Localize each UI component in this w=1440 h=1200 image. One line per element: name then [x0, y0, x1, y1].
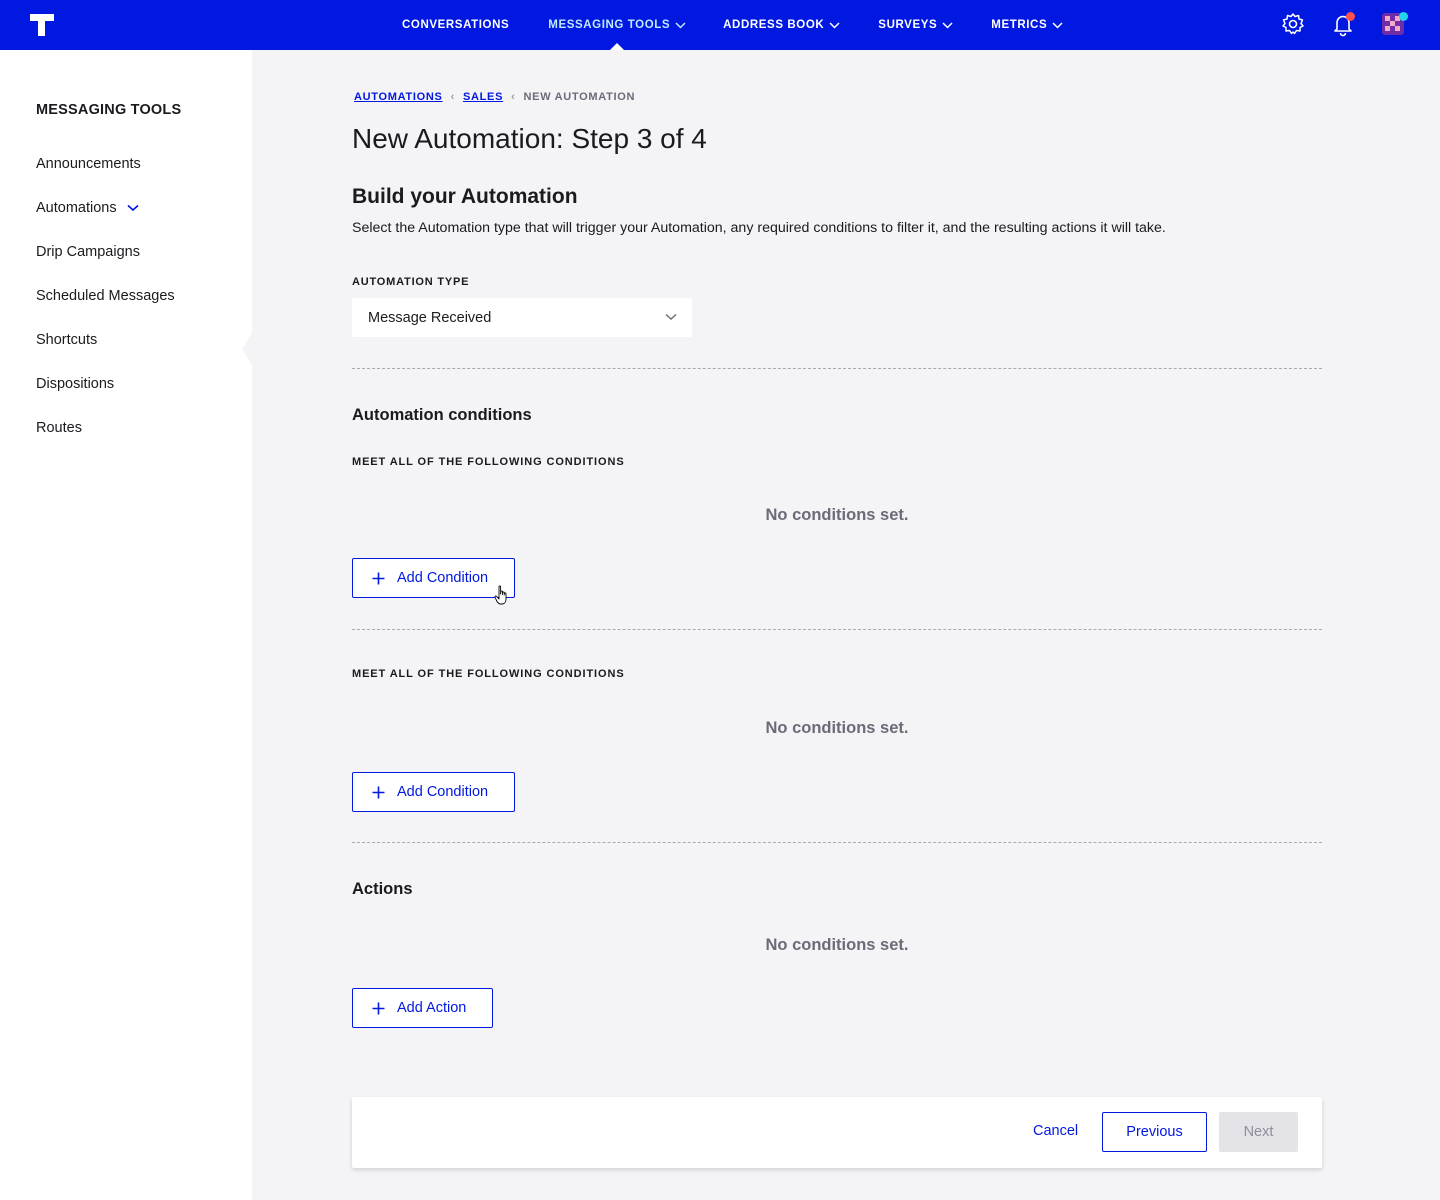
- automation-type-select[interactable]: Message Received: [352, 298, 692, 337]
- nav-messaging-tools-label: MESSAGING TOOLS: [548, 19, 671, 31]
- sidebar-item-label: Drip Campaigns: [36, 244, 140, 260]
- nav-metrics[interactable]: METRICS: [991, 0, 1063, 50]
- condition-group-label: MEET ALL OF THE FOLLOWING CONDITIONS: [352, 456, 625, 468]
- wizard-footer: Cancel Previous Next: [352, 1097, 1322, 1168]
- notifications-button[interactable]: [1330, 11, 1356, 37]
- section-divider: [352, 629, 1322, 630]
- plus-icon: [372, 572, 385, 584]
- empty-conditions-text: No conditions set.: [765, 506, 909, 524]
- section-description: Select the Automation type that will tri…: [352, 220, 1166, 236]
- add-condition-label: Add Condition: [397, 570, 489, 586]
- previous-button[interactable]: Previous: [1102, 1112, 1207, 1152]
- chevron-down-icon: [675, 21, 686, 29]
- top-right-icons: [1256, 11, 1408, 37]
- notification-badge: [1346, 12, 1355, 21]
- condition-group-label: MEET ALL OF THE FOLLOWING CONDITIONS: [352, 668, 625, 680]
- sidebar-item-routes[interactable]: Routes: [36, 418, 175, 462]
- sidebar-item-label: Shortcuts: [36, 332, 98, 348]
- breadcrumb-sales[interactable]: SALES: [463, 91, 503, 103]
- settings-button[interactable]: [1280, 11, 1306, 37]
- empty-conditions-text: No conditions set.: [765, 719, 909, 737]
- chevron-down-icon: [1052, 21, 1063, 29]
- add-action-label: Add Action: [397, 1000, 467, 1016]
- sidebar-title: MESSAGING TOOLS: [36, 102, 182, 118]
- sidebar-collapse-notch: [242, 333, 252, 365]
- chevron-left-icon: ‹: [450, 91, 455, 103]
- automation-type-value: Message Received: [368, 309, 492, 326]
- sidebar-item-label: Routes: [36, 420, 82, 436]
- top-navigation-bar: CONVERSATIONS MESSAGING TOOLS ADDRESS BO…: [0, 0, 1440, 50]
- cancel-button[interactable]: Cancel: [1033, 1123, 1078, 1139]
- sidebar-item-dispositions[interactable]: Dispositions: [36, 374, 175, 418]
- avatar-status-dot: [1399, 12, 1408, 21]
- add-condition-button[interactable]: Add Condition: [352, 772, 515, 812]
- sidebar-item-label: Announcements: [36, 156, 141, 172]
- chevron-down-icon: [127, 204, 139, 212]
- sidebar-item-label: Scheduled Messages: [36, 288, 175, 304]
- breadcrumb-current: NEW AUTOMATION: [523, 91, 636, 103]
- plus-icon: [372, 1002, 385, 1014]
- sidebar-item-scheduled-messages[interactable]: Scheduled Messages: [36, 286, 175, 330]
- section-divider: [352, 842, 1322, 843]
- next-button[interactable]: Next: [1219, 1112, 1298, 1152]
- add-action-button[interactable]: Add Action: [352, 988, 493, 1028]
- sidebar-item-label: Dispositions: [36, 376, 115, 392]
- chevron-down-icon: [665, 313, 677, 320]
- gear-icon: [1282, 13, 1304, 35]
- main-nav: CONVERSATIONS MESSAGING TOOLS ADDRESS BO…: [402, 0, 1063, 50]
- breadcrumb: AUTOMATIONS ‹ SALES ‹ NEW AUTOMATION: [354, 91, 635, 103]
- sidebar-item-announcements[interactable]: Announcements: [36, 154, 175, 198]
- chevron-down-icon: [829, 21, 840, 29]
- brand-logo-icon[interactable]: [28, 12, 56, 38]
- chevron-left-icon: ‹: [511, 91, 516, 103]
- sidebar-item-shortcuts[interactable]: Shortcuts: [36, 330, 175, 374]
- sidebar-item-drip-campaigns[interactable]: Drip Campaigns: [36, 242, 175, 286]
- nav-address-book-label: ADDRESS BOOK: [723, 19, 825, 31]
- nav-surveys[interactable]: SURVEYS: [878, 0, 953, 50]
- nav-surveys-label: SURVEYS: [878, 19, 938, 31]
- nav-address-book[interactable]: ADDRESS BOOK: [723, 0, 840, 50]
- sidebar: MESSAGING TOOLS Announcements Automation…: [0, 50, 252, 1200]
- empty-actions-text: No conditions set.: [765, 936, 909, 954]
- breadcrumb-automations[interactable]: AUTOMATIONS: [354, 91, 443, 103]
- nav-messaging-tools[interactable]: MESSAGING TOOLS: [548, 0, 686, 50]
- plus-icon: [372, 786, 385, 798]
- avatar[interactable]: [1380, 11, 1408, 37]
- sidebar-menu: Announcements Automations Drip Campaigns…: [36, 154, 175, 462]
- section-divider: [352, 368, 1322, 369]
- automation-type-label: AUTOMATION TYPE: [352, 276, 470, 288]
- nav-metrics-label: METRICS: [991, 19, 1048, 31]
- page-title: New Automation: Step 3 of 4: [352, 123, 707, 154]
- add-condition-button[interactable]: Add Condition: [352, 558, 515, 598]
- actions-heading: Actions: [352, 880, 413, 898]
- add-condition-label: Add Condition: [397, 784, 489, 800]
- hand-cursor-icon: [494, 585, 507, 605]
- chevron-down-icon: [942, 21, 953, 29]
- sidebar-item-automations[interactable]: Automations: [36, 198, 175, 242]
- nav-conversations[interactable]: CONVERSATIONS: [402, 0, 509, 50]
- sidebar-item-label: Automations: [36, 200, 117, 216]
- nav-conversations-label: CONVERSATIONS: [402, 19, 510, 31]
- conditions-heading: Automation conditions: [352, 406, 532, 424]
- section-title: Build your Automation: [352, 185, 578, 208]
